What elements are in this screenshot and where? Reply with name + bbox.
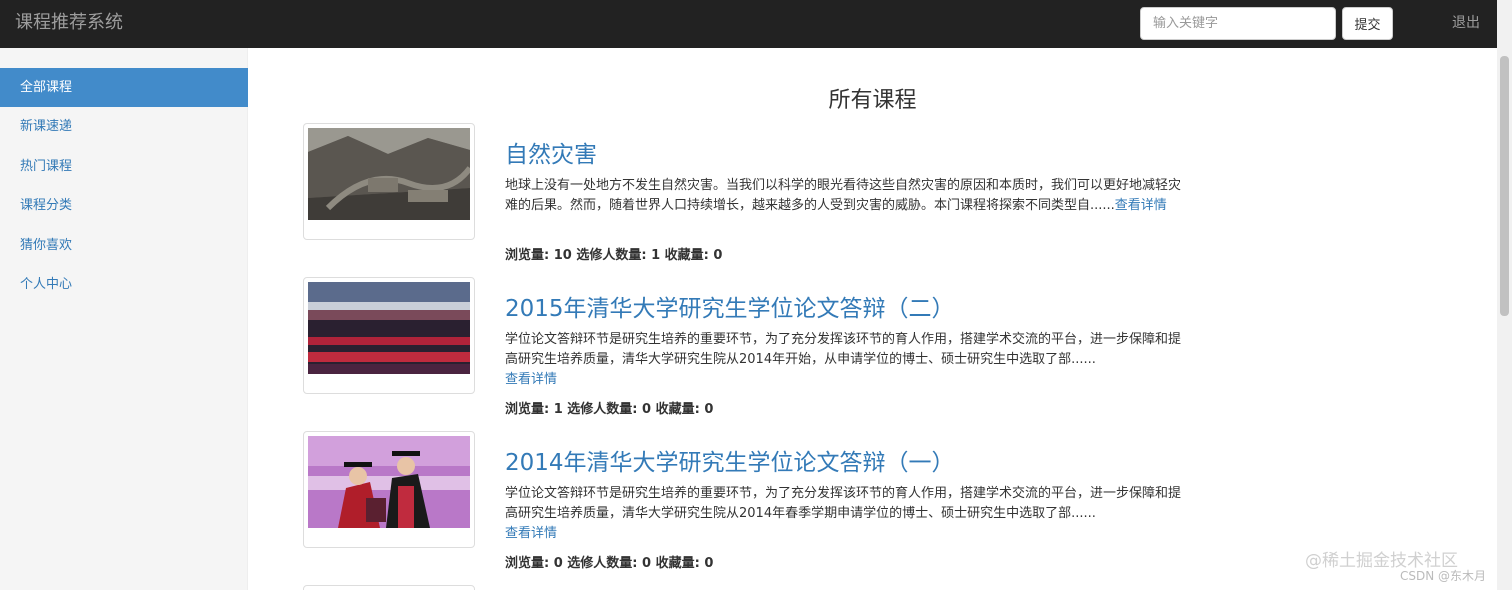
course-description: 学位论文答辩环节是研究生培养的重要环节，为了充分发挥该环节的育人作用，搭建学术交… [505,330,1181,390]
course-item: 2015年清华大学研究生学位论文答辩（二） 学位论文答辩环节是研究生培养的重要环… [303,277,1183,427]
scrollbar-thumb[interactable] [1500,56,1509,316]
view-details-link[interactable]: 查看详情 [505,372,557,387]
course-thumbnail-partial[interactable] [303,585,475,590]
sidebar-item-new-courses[interactable]: 新课速递 [0,107,248,146]
sidebar-item-profile[interactable]: 个人中心 [0,265,248,304]
scrollbar[interactable] [1497,0,1512,590]
course-description-text: 学位论文答辩环节是研究生培养的重要环节，为了充分发挥该环节的育人作用，搭建学术交… [505,486,1182,521]
course-title[interactable]: 2015年清华大学研究生学位论文答辩（二） [505,293,955,325]
watermark-csdn: CSDN @东木月 [1400,569,1487,583]
view-details-link[interactable]: 查看详情 [505,526,557,541]
course-item: 2014年清华大学研究生学位论文答辩（一） 学位论文答辩环节是研究生培养的重要环… [303,431,1183,581]
course-description-text: 地球上没有一处地方不发生自然灾害。当我们以科学的眼光看待这些自然灾害的原因和本质… [505,178,1182,213]
sidebar-item-categories[interactable]: 课程分类 [0,186,248,225]
view-details-link[interactable]: 查看详情 [1115,198,1167,213]
course-description: 地球上没有一处地方不发生自然灾害。当我们以科学的眼光看待这些自然灾害的原因和本质… [505,176,1181,216]
course-thumbnail[interactable] [303,277,475,394]
course-description: 学位论文答辩环节是研究生培养的重要环节，为了充分发挥该环节的育人作用，搭建学术交… [505,484,1181,544]
sidebar-item-all-courses[interactable]: 全部课程 [0,68,248,108]
course-image-ceremony-hall [308,282,470,374]
course-image-graduation [308,436,470,528]
course-title[interactable]: 自然灾害 [505,139,597,171]
submit-button[interactable]: 提交 [1342,7,1393,40]
sidebar-nav: 全部课程 新课速递 热门课程 课程分类 猜你喜欢 个人中心 [0,68,248,304]
search-input[interactable] [1140,7,1336,40]
course-stats: 浏览量: 1 选修人数量: 0 收藏量: 0 [505,402,714,417]
course-stats: 浏览量: 10 选修人数量: 1 收藏量: 0 [505,248,723,263]
page-title: 所有课程 [828,88,917,113]
course-thumbnail[interactable] [303,431,475,548]
course-stats: 浏览量: 0 选修人数量: 0 收藏量: 0 [505,556,714,571]
course-image-disaster [308,128,470,220]
app-brand[interactable]: 课程推荐系统 [15,11,123,35]
sidebar-item-recommended[interactable]: 猜你喜欢 [0,226,248,265]
logout-link[interactable]: 退出 [1452,13,1480,33]
course-title[interactable]: 2014年清华大学研究生学位论文答辩（一） [505,447,955,479]
top-navbar: 课程推荐系统 提交 退出 [0,0,1497,48]
sidebar-item-hot-courses[interactable]: 热门课程 [0,147,248,186]
course-description-text: 学位论文答辩环节是研究生培养的重要环节，为了充分发挥该环节的育人作用，搭建学术交… [505,332,1182,367]
sidebar: 全部课程 新课速递 热门课程 课程分类 猜你喜欢 个人中心 [0,48,248,590]
course-thumbnail[interactable] [303,123,475,240]
course-item: 自然灾害 地球上没有一处地方不发生自然灾害。当我们以科学的眼光看待这些自然灾害的… [303,123,1183,273]
